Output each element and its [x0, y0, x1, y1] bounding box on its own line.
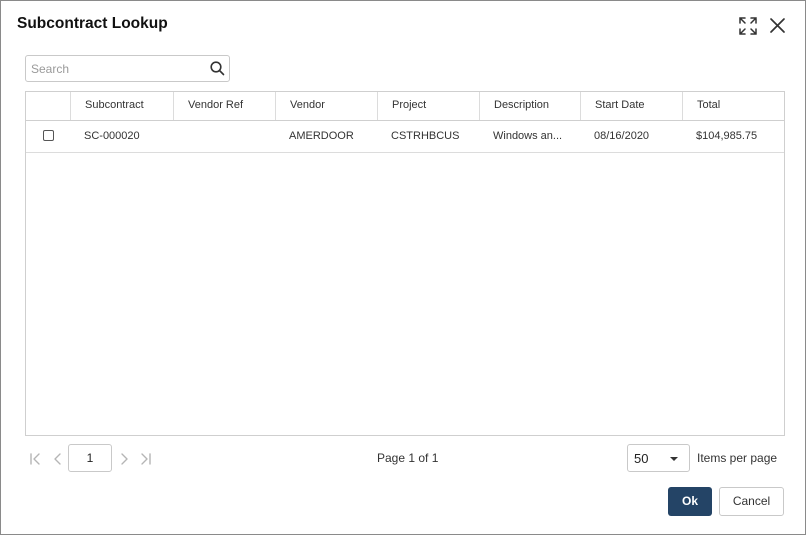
close-icon[interactable] [767, 15, 789, 37]
page-info: Page 1 of 1 [377, 451, 439, 465]
cell-subcontract: SC-000020 [84, 130, 140, 142]
grid-header: Subcontract Vendor Ref Vendor Project De… [26, 92, 784, 121]
items-per-page-label: Items per page [697, 451, 778, 465]
cell-total: $104,985.75 [696, 130, 758, 142]
ok-button[interactable]: Ok [668, 487, 712, 516]
cell-vendor-ref [173, 121, 275, 151]
subcontract-lookup-dialog: Subcontract Lookup Subcontract Vendor Re… [0, 0, 806, 535]
expand-icon[interactable] [737, 15, 759, 37]
prev-page-icon[interactable] [50, 450, 66, 468]
page-number-input[interactable]: 1 [68, 444, 112, 472]
column-header-description[interactable]: Description [479, 92, 580, 120]
items-per-page-select[interactable]: 50 [627, 444, 690, 472]
search-icon[interactable] [209, 60, 226, 77]
column-header-vendor-ref[interactable]: Vendor Ref [173, 92, 275, 120]
chevron-down-icon [670, 457, 678, 461]
column-header-start-date[interactable]: Start Date [580, 92, 682, 120]
row-checkbox[interactable] [43, 130, 54, 141]
results-grid: Subcontract Vendor Ref Vendor Project De… [25, 91, 785, 436]
search-box [25, 55, 230, 82]
cancel-button[interactable]: Cancel [719, 487, 784, 516]
column-header-project[interactable]: Project [377, 92, 479, 120]
cell-vendor: AMERDOOR [289, 130, 354, 142]
table-row[interactable]: SC-000020 AMERDOOR CSTRHBCUS Windows an.… [26, 121, 784, 153]
column-header-total[interactable]: Total [682, 92, 784, 120]
cell-start-date: 08/16/2020 [594, 130, 650, 142]
column-header-vendor[interactable]: Vendor [275, 92, 377, 120]
last-page-icon[interactable] [138, 450, 154, 468]
cell-description: Windows an... [493, 130, 563, 142]
column-header-subcontract[interactable]: Subcontract [70, 92, 173, 120]
cell-project: CSTRHBCUS [391, 130, 460, 142]
first-page-icon[interactable] [28, 450, 44, 468]
items-per-page-value: 50 [634, 451, 649, 466]
dialog-title: Subcontract Lookup [17, 15, 168, 32]
next-page-icon[interactable] [116, 450, 132, 468]
search-input[interactable] [26, 56, 211, 81]
